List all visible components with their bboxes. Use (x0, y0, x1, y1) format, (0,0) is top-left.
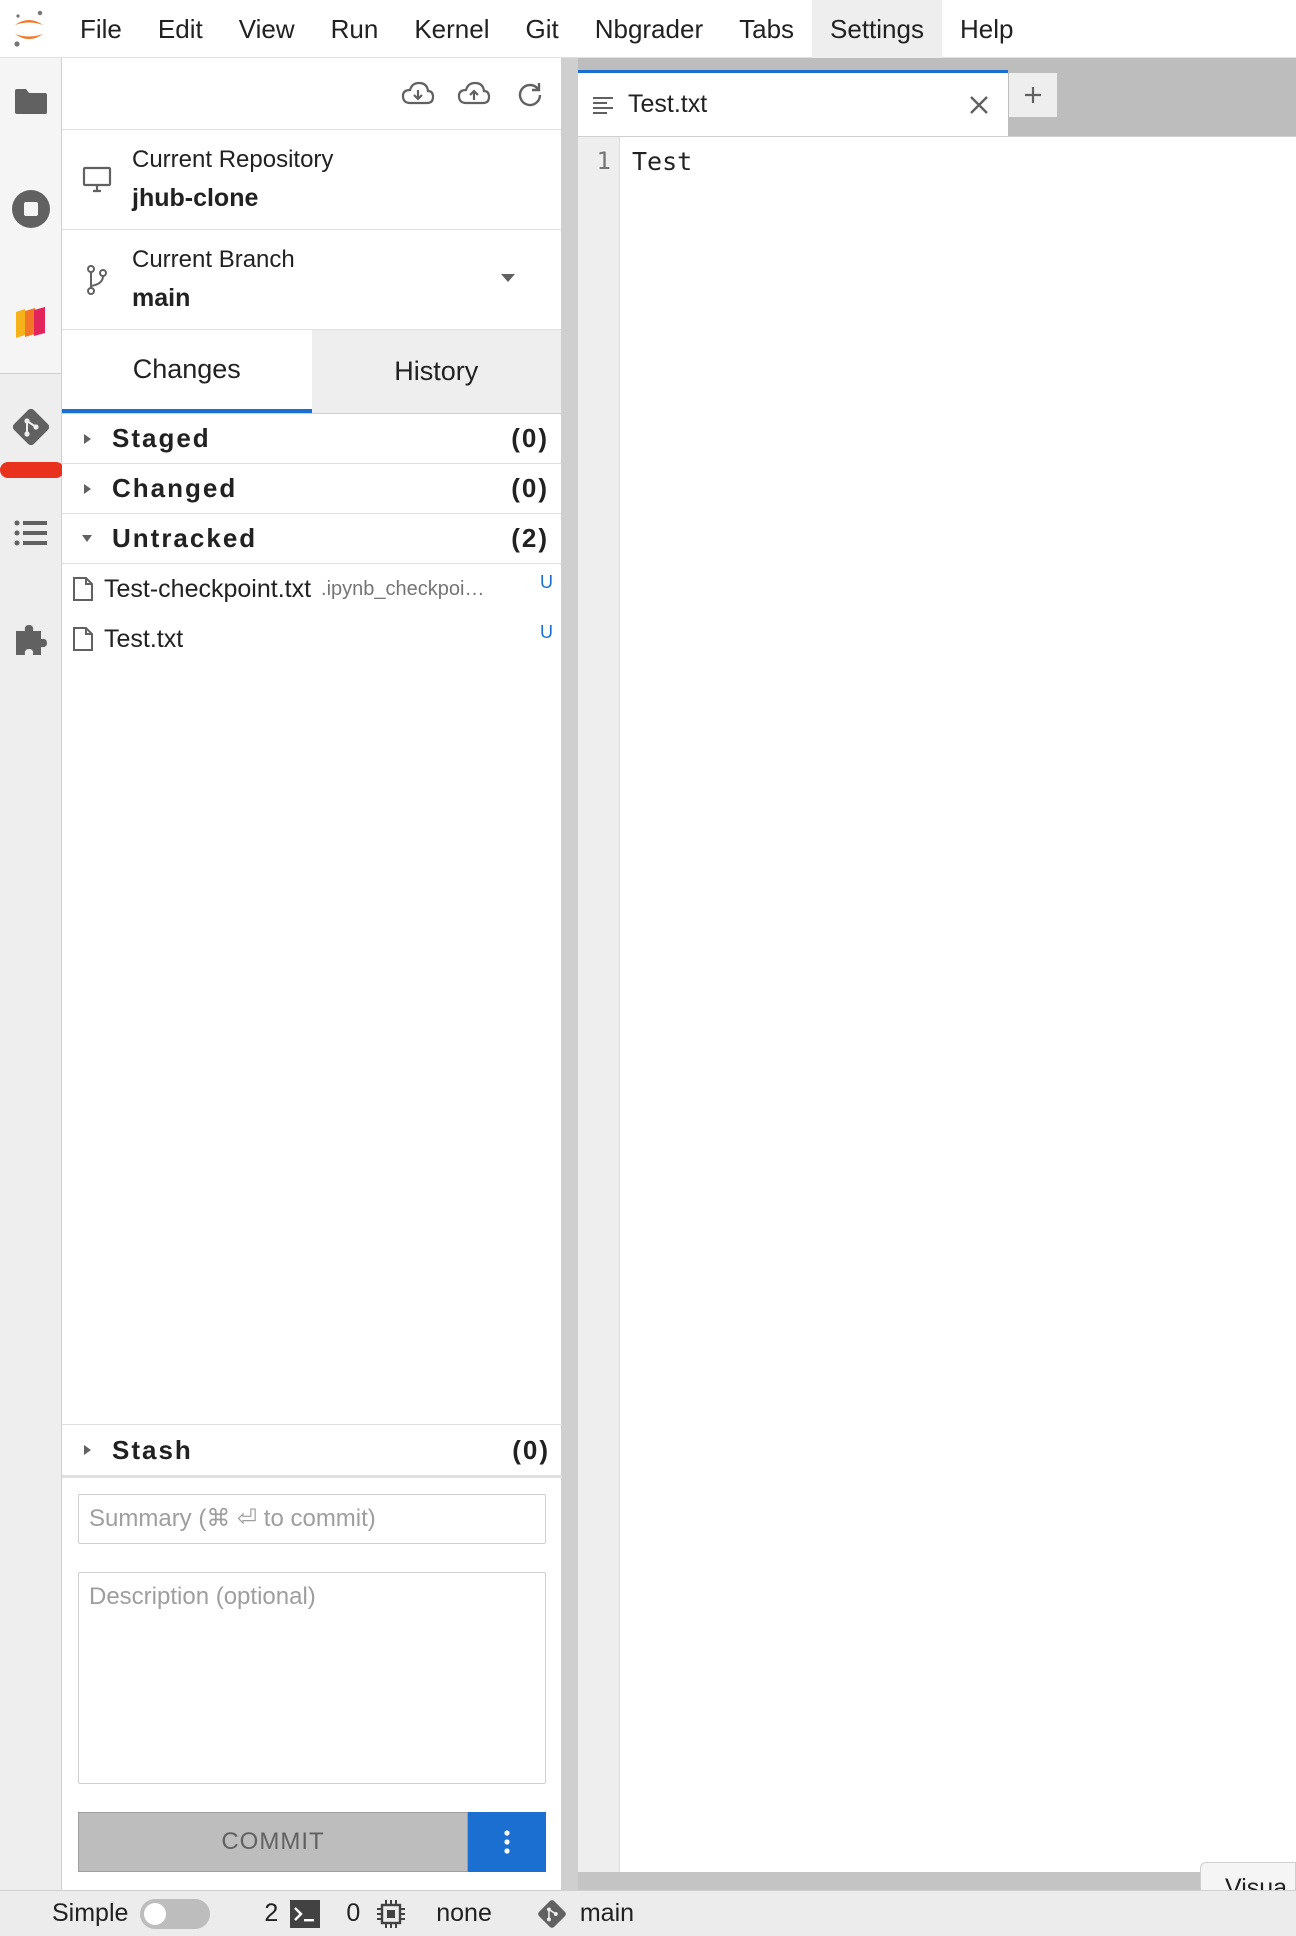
current-branch-label: Current Branch (132, 246, 295, 273)
file-name: Test-checkpoint.txt (104, 574, 312, 603)
kernel-name[interactable]: none (436, 1899, 492, 1928)
section-staged-count: (0) (511, 423, 549, 453)
refresh-icon[interactable] (513, 77, 547, 111)
current-branch-name: main (132, 284, 191, 312)
menu-item-nbgrader[interactable]: Nbgrader (577, 0, 721, 58)
cloud-download-icon[interactable] (401, 77, 435, 111)
git-toolbar (62, 58, 561, 130)
current-branch[interactable]: Current Branch main (62, 230, 561, 330)
caret-right-icon (83, 433, 91, 444)
simple-mode-toggle[interactable] (140, 1898, 211, 1929)
git-icon[interactable] (8, 404, 54, 450)
list-icon[interactable] (8, 510, 54, 556)
section-untracked[interactable]: Untracked (2) (62, 514, 561, 564)
document-tab[interactable]: Test.txt (578, 70, 1008, 136)
status-bar: Simple 2 0 none main (0, 1890, 1296, 1936)
file-icon (73, 627, 93, 651)
menu-item-settings[interactable]: Settings (812, 0, 942, 58)
current-repository: Current Repository jhub-clone (62, 130, 561, 230)
document-tab-name: Test.txt (628, 90, 708, 118)
editor-area: Test.txt 1 Test (578, 58, 1296, 1890)
line-gutter: 1 (578, 137, 620, 1872)
file-icon (73, 577, 93, 601)
kernels-status[interactable]: 0 (346, 1899, 406, 1929)
active-panel-marker (0, 462, 64, 478)
stop-circle-icon[interactable] (8, 186, 54, 232)
menu-item-git[interactable]: Git (507, 0, 576, 58)
tab-history[interactable]: History (311, 330, 561, 413)
commit-options-button[interactable] (468, 1812, 546, 1872)
file-status-badge: U (540, 572, 553, 592)
desktop-icon (62, 166, 132, 194)
tab-changes[interactable]: Changes (62, 330, 312, 413)
section-stash-count: (0) (512, 1434, 550, 1465)
caret-right-icon (83, 483, 91, 494)
list-item[interactable]: Test-checkpoint.txt .ipynb_checkpoints U (62, 564, 561, 614)
git-tabs: Changes History (62, 330, 561, 414)
caret-down-icon (82, 535, 92, 542)
git-branch-status[interactable]: main (536, 1898, 634, 1930)
simple-mode: Simple (52, 1898, 211, 1929)
close-icon[interactable] (964, 90, 994, 120)
menu-bar: File Edit View Run Kernel Git Nbgrader Tabs Sett… (0, 0, 1296, 58)
git-icon (538, 1899, 566, 1928)
section-changed[interactable]: Changed (0) (62, 464, 561, 514)
commit-description-input[interactable] (78, 1572, 546, 1784)
text-file-icon (593, 96, 613, 114)
new-tab-button[interactable] (1008, 72, 1058, 118)
git-panel: Current Repository jhub-clone Current Br… (62, 58, 562, 1890)
line-number: 1 (596, 147, 611, 175)
stash-section-wrap: Stash (0) (62, 1424, 562, 1478)
menu-item-file[interactable]: File (62, 0, 140, 58)
untracked-file-list: Test-checkpoint.txt .ipynb_checkpoints U… (62, 564, 561, 664)
jupyter-logo-icon[interactable] (0, 0, 58, 58)
simple-mode-label: Simple (52, 1899, 129, 1927)
section-stash[interactable]: Stash (0) (62, 1425, 562, 1475)
branch-dropdown-icon[interactable] (501, 274, 515, 282)
current-repository-label: Current Repository (132, 146, 334, 173)
puzzle-icon[interactable] (8, 616, 54, 662)
commit-form: COMMIT (62, 1494, 562, 1890)
terminals-count: 2 (264, 1899, 279, 1927)
section-stash-title: Stash (112, 1434, 193, 1465)
kernels-count: 0 (346, 1899, 361, 1927)
menu-item-tabs[interactable]: Tabs (721, 0, 812, 58)
list-item[interactable]: Test.txt U (62, 614, 561, 664)
terminals-status[interactable]: 2 (264, 1899, 321, 1928)
menu-item-run[interactable]: Run (313, 0, 397, 58)
commit-button[interactable]: COMMIT (78, 1812, 468, 1872)
section-changed-title: Changed (112, 473, 238, 503)
git-branch-name: main (579, 1899, 635, 1927)
menu-item-kernel[interactable]: Kernel (396, 0, 507, 58)
menu-item-help[interactable]: Help (942, 0, 1031, 58)
horizontal-scrollbar[interactable] (578, 1872, 1296, 1890)
more-vertical-icon (504, 1830, 510, 1854)
caret-right-icon (83, 1445, 91, 1455)
commit-summary-input[interactable] (78, 1494, 546, 1544)
activity-bar (0, 58, 64, 1890)
panel-splitter[interactable] (562, 58, 578, 1890)
folder-icon[interactable] (8, 78, 54, 124)
cpu-icon (377, 1899, 406, 1928)
section-changed-count: (0) (511, 473, 549, 503)
section-untracked-count: (2) (511, 523, 549, 553)
current-repository-name: jhub-clone (132, 184, 259, 212)
code-line[interactable]: Test (632, 147, 692, 176)
menu-items: File Edit View Run Kernel Git Nbgrader Tabs Sett… (62, 0, 1031, 58)
terminal-icon (290, 1899, 321, 1928)
cloud-upload-icon[interactable] (457, 77, 491, 111)
file-status-badge: U (540, 622, 553, 642)
section-staged[interactable]: Staged (0) (62, 414, 561, 464)
menu-item-view[interactable]: View (221, 0, 313, 58)
document-tab-bar: Test.txt (578, 58, 1296, 136)
extension-stack-icon[interactable] (8, 298, 54, 344)
section-untracked-title: Untracked (112, 523, 258, 553)
file-name: Test.txt (104, 624, 184, 653)
text-editor[interactable]: 1 Test (578, 136, 1296, 1872)
plus-icon (1025, 87, 1041, 103)
file-path: .ipynb_checkpoints (321, 577, 492, 600)
menu-item-edit[interactable]: Edit (140, 0, 221, 58)
branch-icon (62, 264, 132, 296)
section-staged-title: Staged (112, 423, 211, 453)
